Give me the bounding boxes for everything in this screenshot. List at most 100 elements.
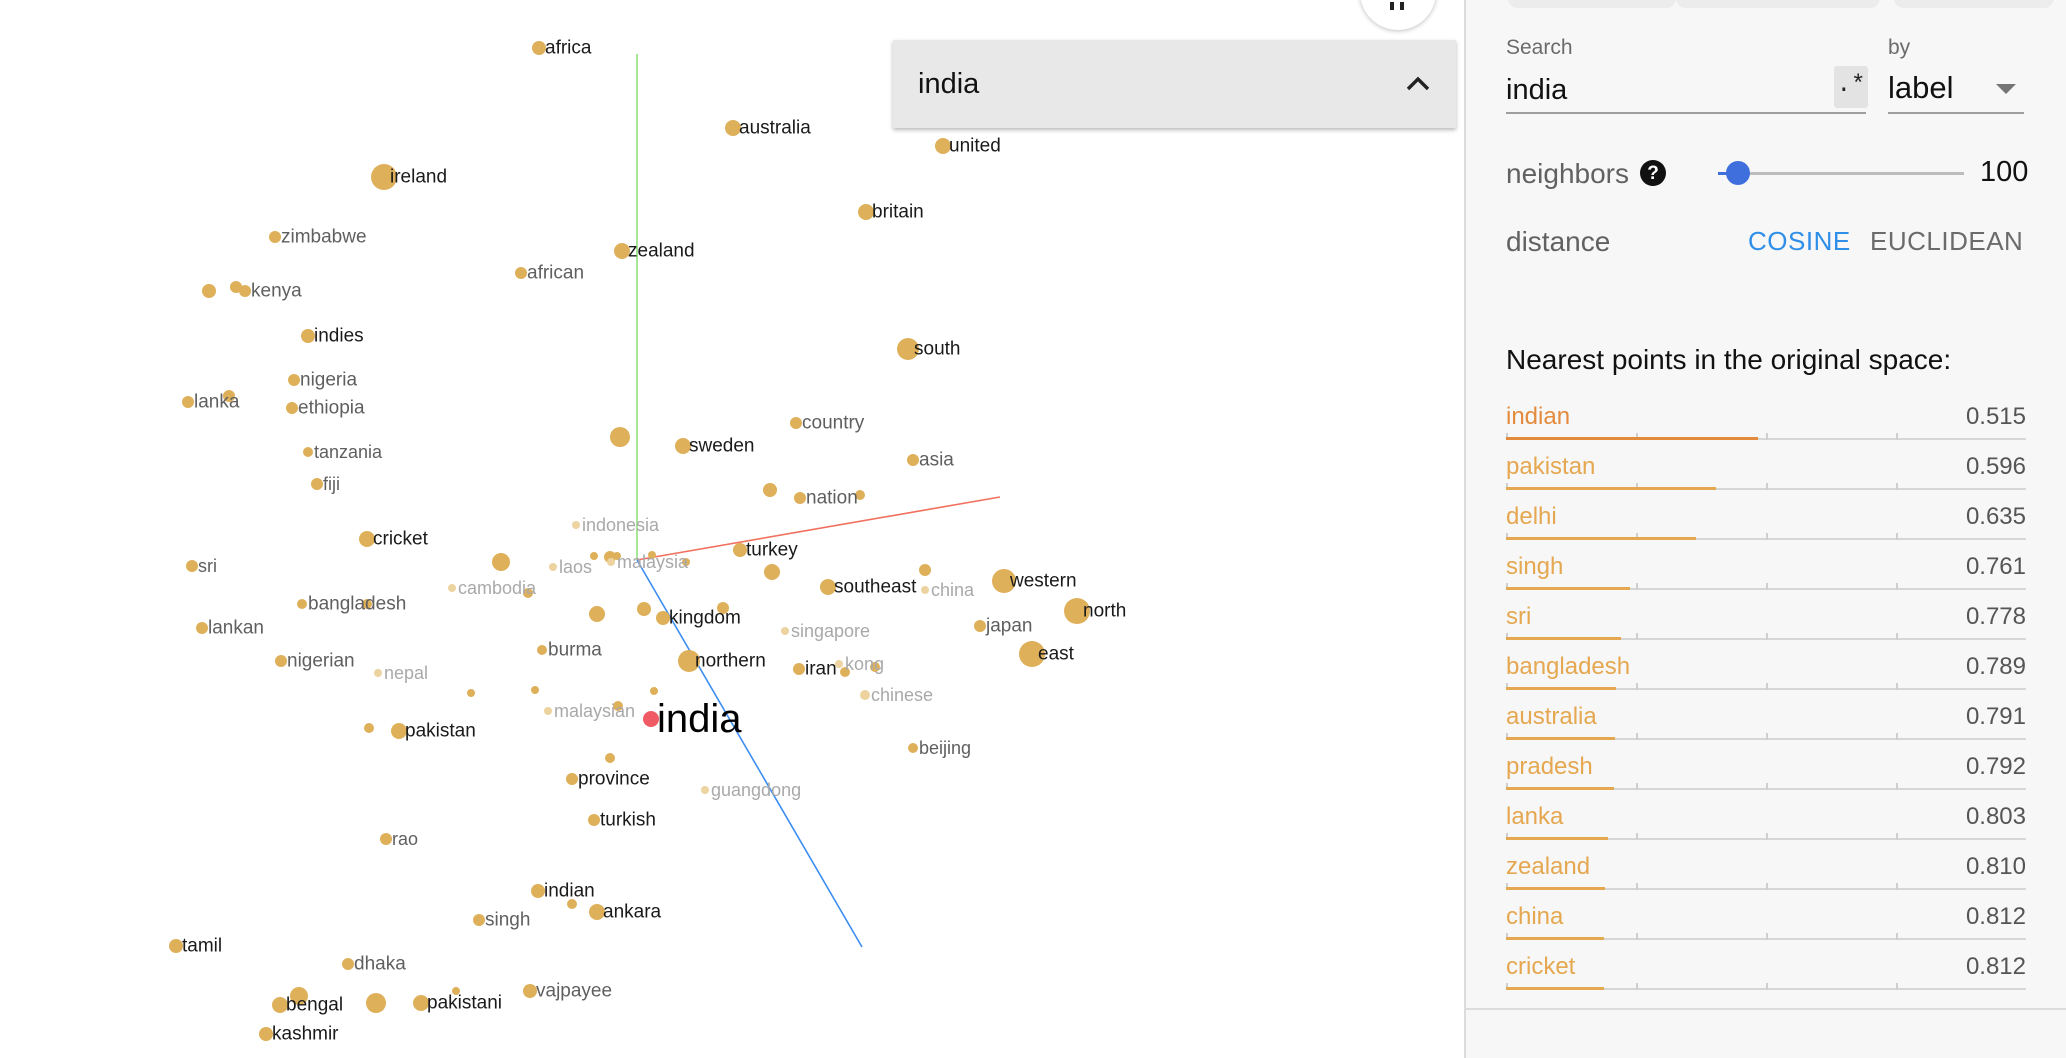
embedding-point[interactable] [467,689,475,697]
embedding-point[interactable] [733,543,747,557]
embedding-point[interactable] [380,833,392,845]
embedding-point[interactable] [473,914,485,926]
embedding-point[interactable] [413,995,429,1011]
embedding-point[interactable] [523,984,537,998]
embedding-point[interactable] [935,138,951,154]
embedding-point[interactable] [781,627,789,635]
embedding-point[interactable] [855,490,865,500]
embedding-point[interactable] [186,560,198,572]
nearest-point-row[interactable]: zealand 0.810 [1506,847,2026,897]
embedding-point[interactable] [860,690,870,700]
embedding-point[interactable] [919,564,931,576]
embedding-point[interactable] [907,454,919,466]
embedding-point[interactable] [311,478,323,490]
embedding-point[interactable] [549,563,557,571]
embedding-point[interactable] [567,899,577,909]
embedding-point[interactable] [374,669,382,677]
embedding-point[interactable] [675,438,691,454]
embedding-point[interactable] [614,243,630,259]
search-by-select[interactable]: label [1888,66,2024,114]
embedding-point[interactable] [607,558,615,566]
embedding-point[interactable] [359,531,375,547]
embedding-point[interactable] [448,584,456,592]
embedding-point[interactable] [763,483,777,497]
embedding-point[interactable] [269,231,281,243]
nearest-point-row[interactable]: bangladesh 0.789 [1506,647,2026,697]
embedding-point[interactable] [566,773,578,785]
embedding-point[interactable] [648,551,656,559]
embedding-point[interactable] [371,164,397,190]
embedding-point[interactable] [835,660,843,668]
embedding-point[interactable] [202,284,216,298]
selection-card[interactable]: india [893,40,1456,128]
embedding-point[interactable] [290,987,308,1005]
nearest-point-row[interactable]: lanka 0.803 [1506,797,2026,847]
embedding-point[interactable] [297,599,307,609]
embedding-point[interactable] [858,204,874,220]
nearest-point-row[interactable]: china 0.812 [1506,897,2026,947]
embedding-point[interactable] [492,553,510,571]
projection-canvas[interactable]: africa australia united ireland britain zimba… [0,0,1464,1058]
embedding-point[interactable] [637,602,651,616]
embedding-point[interactable] [764,564,780,580]
embedding-point[interactable] [288,374,300,386]
embedding-point[interactable] [610,427,630,447]
embedding-point[interactable] [275,655,287,667]
help-icon[interactable]: ? [1640,160,1666,186]
embedding-point[interactable] [366,993,386,1013]
embedding-point[interactable] [515,267,527,279]
nearest-point-row[interactable]: pakistan 0.596 [1506,447,2026,497]
embedding-point[interactable] [974,620,986,632]
embedding-point[interactable] [303,447,313,457]
embedding-point[interactable] [589,606,605,622]
neighbors-slider[interactable] [1718,160,1964,186]
embedding-point[interactable] [223,390,235,402]
embedding-point[interactable] [572,521,580,529]
embedding-point[interactable] [537,645,547,655]
embedding-point[interactable] [921,586,929,594]
embedding-point[interactable] [182,396,194,408]
embedding-point[interactable] [301,329,315,343]
slider-thumb[interactable] [1725,161,1750,185]
nearest-point-row[interactable]: sri 0.778 [1506,597,2026,647]
embedding-point[interactable] [239,285,251,297]
embedding-point[interactable] [1064,598,1090,624]
chevron-up-icon[interactable] [1404,70,1432,98]
embedding-point[interactable] [605,753,615,763]
embedding-point[interactable] [364,723,374,733]
regex-toggle-button[interactable]: .* [1834,66,1868,108]
embedding-point[interactable] [532,41,546,55]
embedding-point[interactable] [643,711,659,727]
search-input[interactable]: india [1506,70,1866,114]
embedding-point[interactable] [870,662,880,672]
embedding-point[interactable] [650,687,658,695]
embedding-point[interactable] [531,884,545,898]
nearest-point-row[interactable]: delhi 0.635 [1506,497,2026,547]
embedding-point[interactable] [794,492,806,504]
embedding-point[interactable] [169,939,183,953]
embedding-point[interactable] [272,997,288,1013]
embedding-point[interactable] [613,701,623,711]
embedding-point[interactable] [1019,641,1045,667]
embedding-point[interactable] [840,667,850,677]
embedding-point[interactable] [544,707,552,715]
embedding-point[interactable] [531,686,539,694]
embedding-point[interactable] [589,904,605,920]
embedding-point[interactable] [656,611,670,625]
embedding-point[interactable] [588,814,600,826]
embedding-point[interactable] [701,786,709,794]
nearest-point-row[interactable]: cricket 0.812 [1506,947,2026,997]
embedding-point[interactable] [717,602,729,614]
embedding-point[interactable] [342,958,354,970]
embedding-point[interactable] [523,588,533,598]
nearest-point-row[interactable]: indian 0.515 [1506,397,2026,447]
distance-cosine-button[interactable]: COSINE [1748,226,1851,257]
nearest-point-row[interactable]: pradesh 0.792 [1506,747,2026,797]
distance-euclidean-button[interactable]: EUCLIDEAN [1870,226,2023,257]
embedding-point[interactable] [362,599,372,609]
nearest-point-row[interactable]: australia 0.791 [1506,697,2026,747]
panel-tab-stub[interactable] [1508,0,1676,8]
embedding-point[interactable] [196,622,208,634]
embedding-point[interactable] [391,723,407,739]
panel-tab-stub[interactable] [1894,0,2054,8]
